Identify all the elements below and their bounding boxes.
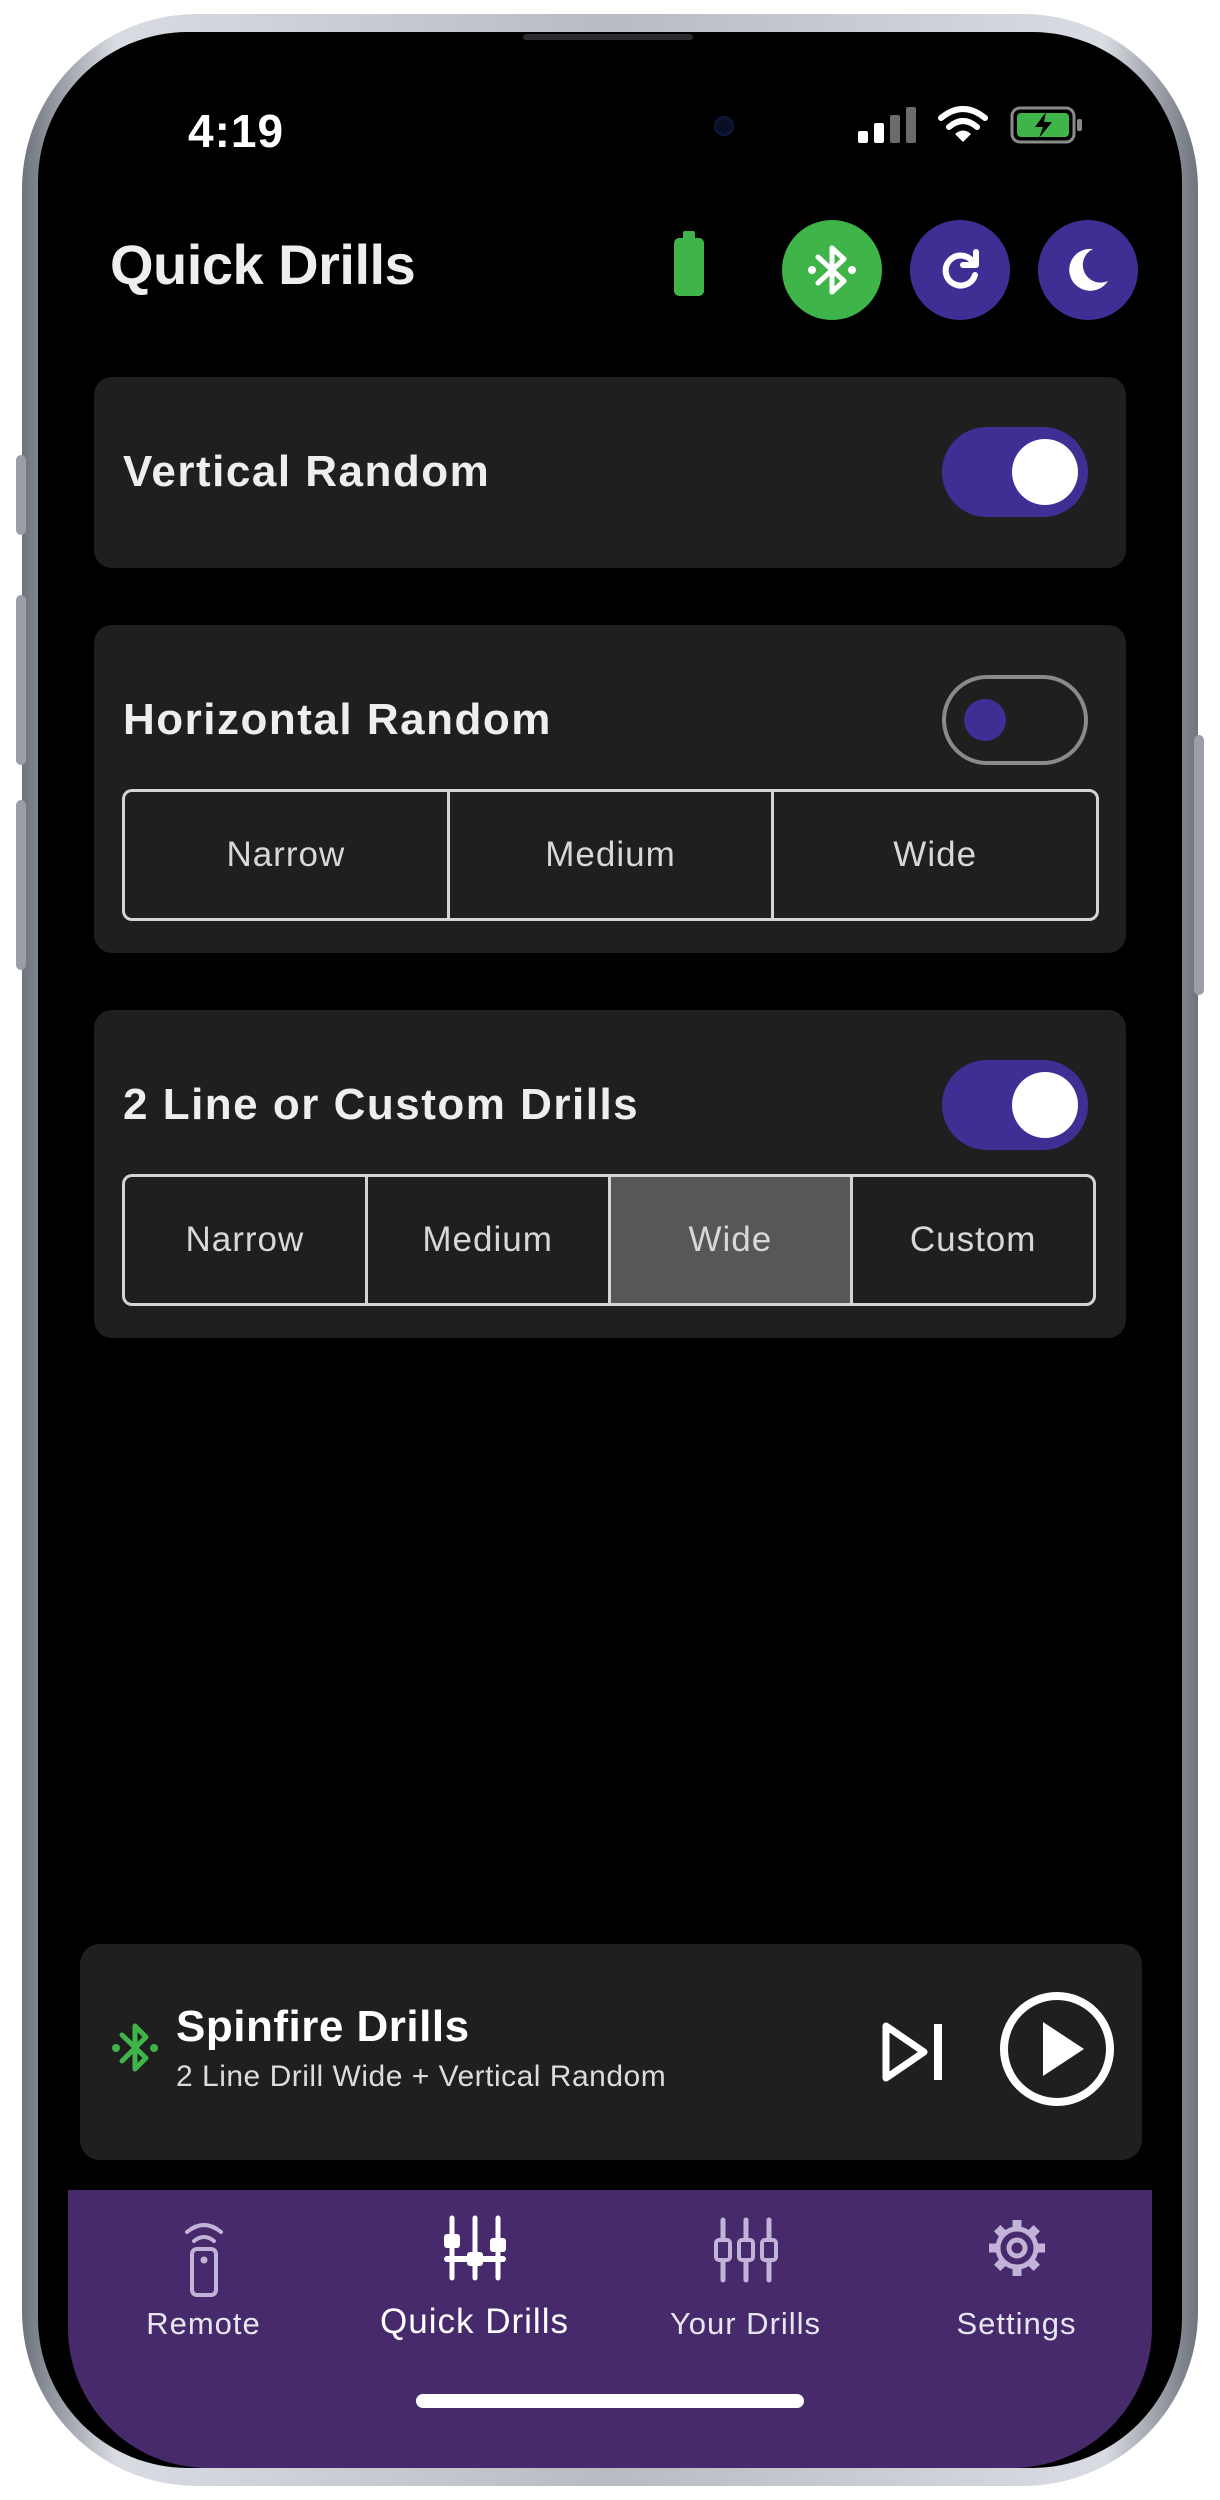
status-time: 4:19 <box>188 105 285 157</box>
moon-icon <box>1069 248 1108 291</box>
sliders-icon <box>443 2215 506 2281</box>
play-icon[interactable] <box>998 1990 1116 2108</box>
bluetooth-icon <box>112 2023 158 2072</box>
two-line-custom-toggle[interactable] <box>942 1060 1088 1150</box>
toggle-knob <box>964 699 1006 741</box>
now-playing-bar: Spinfire Drills 2 Line Drill Wide + Vert… <box>80 1944 1142 2160</box>
tab-label: Remote <box>146 2306 261 2341</box>
toggle-knob <box>1012 1072 1078 1138</box>
tab-remote[interactable]: Remote <box>68 2204 339 2374</box>
gear-icon <box>988 2220 1045 2276</box>
tab-quick-drills[interactable]: Quick Drills <box>339 2204 610 2374</box>
option-custom[interactable]: Custom <box>853 1177 1093 1303</box>
dark-mode-button[interactable] <box>1038 220 1138 320</box>
vertical-random-label: Vertical Random <box>123 447 491 496</box>
two-line-custom-label: 2 Line or Custom Drills <box>123 1080 640 1129</box>
drill-width-selector: Narrow Medium Wide Custom <box>122 1174 1096 1306</box>
player-title: Spinfire Drills <box>176 2002 470 2051</box>
option-wide[interactable]: Wide <box>774 792 1096 918</box>
earpiece <box>523 34 693 40</box>
wifi-icon <box>938 106 988 142</box>
option-narrow[interactable]: Narrow <box>125 1177 368 1303</box>
bluetooth-icon <box>808 245 856 295</box>
vertical-random-card: Vertical Random <box>94 377 1126 568</box>
bluetooth-button[interactable] <box>782 220 882 320</box>
tab-label: Settings <box>956 2306 1077 2341</box>
remote-icon <box>184 2223 223 2297</box>
volume-up-button <box>16 595 26 765</box>
screen: 4:19 Quick Drills Vertical Random Horizo… <box>38 32 1182 2468</box>
power-button <box>1194 735 1204 995</box>
cellular-signal-icon <box>858 107 916 143</box>
tab-bar: Remote Quick Drills Your Drills Settings <box>68 2190 1152 2468</box>
tab-settings[interactable]: Settings <box>881 2204 1152 2374</box>
home-indicator[interactable] <box>416 2394 804 2408</box>
front-camera <box>714 116 734 136</box>
side-button <box>16 455 26 535</box>
volume-down-button <box>16 800 26 970</box>
refresh-button[interactable] <box>910 220 1010 320</box>
horizontal-random-card: Horizontal Random Narrow Medium Wide <box>94 625 1126 953</box>
status-icons <box>858 106 1084 144</box>
tab-your-drills[interactable]: Your Drills <box>610 2204 881 2374</box>
vertical-random-toggle[interactable] <box>942 427 1088 517</box>
player-subtitle: 2 Line Drill Wide + Vertical Random <box>176 2060 667 2093</box>
horizontal-random-label: Horizontal Random <box>123 695 552 744</box>
tab-label: Your Drills <box>669 2306 822 2341</box>
toggle-knob <box>1012 439 1078 505</box>
option-wide[interactable]: Wide <box>610 1177 854 1303</box>
skip-next-icon[interactable] <box>882 2022 946 2082</box>
battery-charging-icon <box>1010 106 1082 144</box>
option-medium[interactable]: Medium <box>368 1177 611 1303</box>
refresh-icon <box>942 249 979 289</box>
device-battery-icon <box>674 231 704 296</box>
page-title: Quick Drills <box>110 233 416 296</box>
horizontal-random-toggle[interactable] <box>942 675 1088 765</box>
horizontal-width-selector: Narrow Medium Wide <box>122 789 1099 921</box>
tab-label: Quick Drills <box>380 2302 569 2341</box>
option-medium[interactable]: Medium <box>450 792 775 918</box>
two-line-custom-card: 2 Line or Custom Drills Narrow Medium Wi… <box>94 1010 1126 1338</box>
option-narrow[interactable]: Narrow <box>125 792 450 918</box>
sliders-icon <box>713 2217 778 2283</box>
